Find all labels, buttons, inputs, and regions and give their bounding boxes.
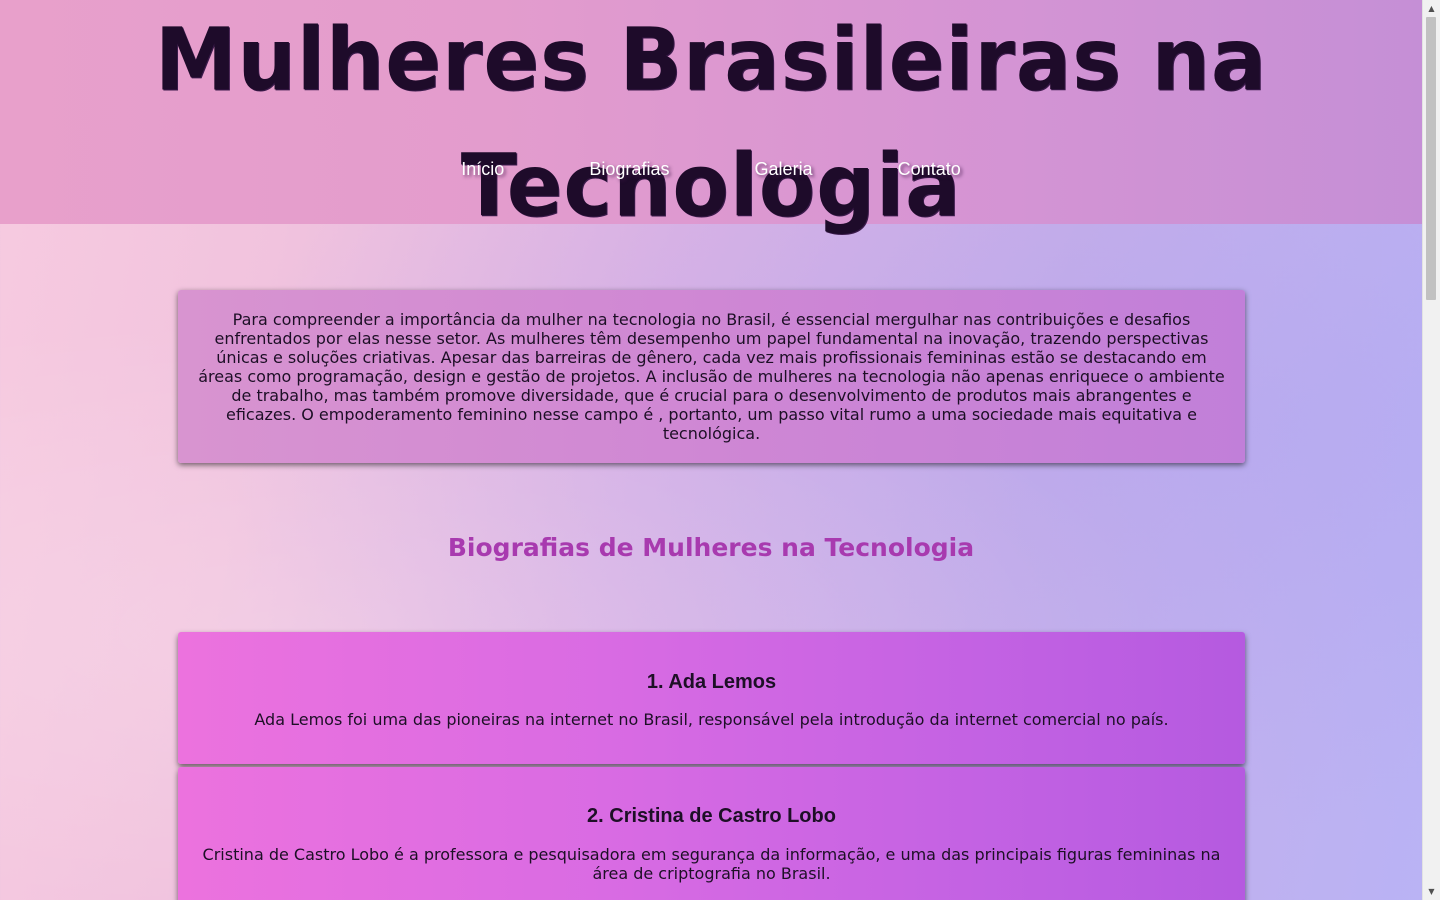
bio-name: 2. Cristina de Castro Lobo (587, 805, 836, 827)
scroll-up-arrow-icon[interactable]: ▲ (1423, 0, 1440, 17)
bio-text: Cristina de Castro Lobo é a professora e… (202, 845, 1221, 883)
scroll-thumb[interactable] (1426, 17, 1436, 300)
intro-box: Para compreender a importância da mulher… (178, 290, 1245, 463)
bio-card-ada-lemos: 1. Ada Lemos Ada Lemos foi uma das pione… (178, 632, 1245, 764)
nav-link-inicio[interactable]: Início (461, 150, 504, 188)
main-nav: Início Biografias Galeria Contato (0, 150, 1422, 188)
nav-link-galeria[interactable]: Galeria (755, 150, 813, 188)
intro-text: Para compreender a importância da mulher… (198, 310, 1225, 443)
biographies-section-title: Biografias de Mulheres na Tecnologia (447, 533, 975, 562)
nav-link-contato[interactable]: Contato (898, 150, 961, 188)
nav-link-biografias[interactable]: Biografias (589, 150, 669, 188)
site-title: Mulheres Brasileiras na Tecnologia (154, 10, 1268, 237)
bio-text: Ada Lemos foi uma das pioneiras na inter… (254, 710, 1169, 729)
bio-card-cristina-de-castro-lobo: 2. Cristina de Castro Lobo Cristina de C… (178, 767, 1245, 900)
site-header: Mulheres Brasileiras na Tecnologia Iníci… (0, 0, 1422, 236)
vertical-scrollbar[interactable]: ▲ ▼ (1422, 0, 1440, 900)
bio-name: 1. Ada Lemos (646, 671, 777, 693)
scroll-down-arrow-icon[interactable]: ▼ (1423, 883, 1440, 900)
